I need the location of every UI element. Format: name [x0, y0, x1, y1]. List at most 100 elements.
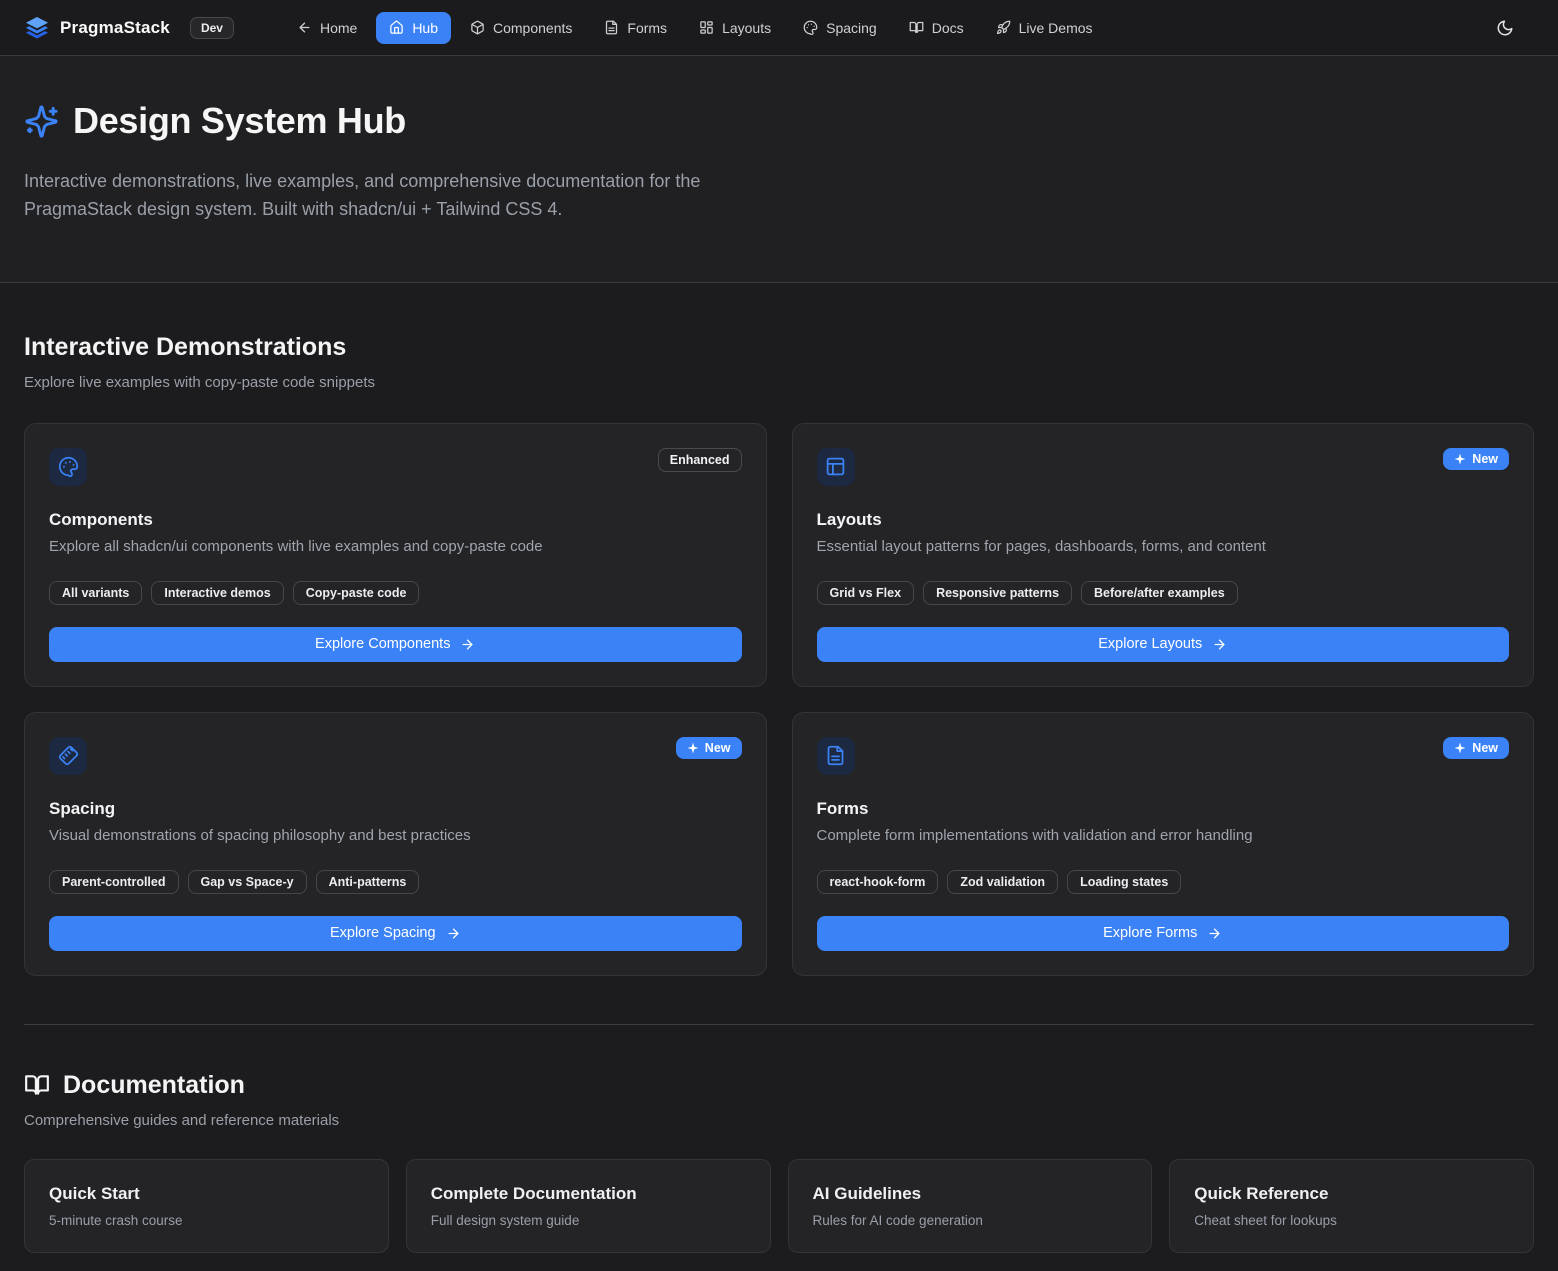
nav-label: Components: [493, 20, 572, 36]
status-badge: New: [676, 737, 742, 759]
section-divider: [24, 1024, 1534, 1025]
docs-heading: Documentation: [63, 1071, 245, 1100]
explore-spacing-button[interactable]: Explore Spacing: [49, 916, 742, 951]
nav-label: Spacing: [826, 20, 877, 36]
feature-tag: Gap vs Space-y: [188, 870, 307, 894]
theme-toggle-button[interactable]: [1488, 11, 1522, 45]
feature-tag: Loading states: [1067, 870, 1181, 894]
nav-label: Live Demos: [1019, 20, 1093, 36]
explore-components-button[interactable]: Explore Components: [49, 627, 742, 662]
feature-tag: Anti-patterns: [316, 870, 420, 894]
card-title: Components: [49, 510, 742, 530]
demos-subheading: Explore live examples with copy-paste co…: [24, 374, 1534, 391]
card-title: Layouts: [817, 510, 1510, 530]
doc-card-quick-reference[interactable]: Quick Reference Cheat sheet for lookups: [1169, 1159, 1534, 1253]
book-open-icon: [24, 1072, 50, 1098]
main-nav: Home Hub Components Forms Layouts: [284, 12, 1106, 44]
book-open-icon: [909, 20, 924, 35]
page-subtitle: Interactive demonstrations, live example…: [24, 168, 772, 224]
doc-card-title: Quick Reference: [1194, 1184, 1509, 1204]
brand-name: PragmaStack: [60, 18, 170, 38]
doc-card-title: Quick Start: [49, 1184, 364, 1204]
nav-item-home[interactable]: Home: [284, 12, 370, 44]
palette-icon: [803, 20, 818, 35]
nav-label: Home: [320, 20, 357, 36]
nav-item-hub[interactable]: Hub: [376, 12, 451, 44]
house-icon: [389, 20, 404, 35]
arrow-right-icon: [460, 637, 475, 652]
sparkles-icon: [1454, 453, 1466, 465]
palette-icon: [49, 448, 87, 486]
layers-logo-icon: [24, 15, 50, 41]
layout-dashboard-icon: [699, 20, 714, 35]
doc-card-quick-start[interactable]: Quick Start 5-minute crash course: [24, 1159, 389, 1253]
demo-card-spacing: New Spacing Visual demonstrations of spa…: [24, 712, 767, 976]
sparkles-icon: [24, 104, 59, 139]
explore-forms-button[interactable]: Explore Forms: [817, 916, 1510, 951]
nav-item-live-demos[interactable]: Live Demos: [983, 12, 1106, 44]
nav-item-spacing[interactable]: Spacing: [790, 12, 890, 44]
file-text-icon: [817, 737, 855, 775]
tag-row: All variants Interactive demos Copy-past…: [49, 581, 742, 605]
package-icon: [470, 20, 485, 35]
explore-layouts-button[interactable]: Explore Layouts: [817, 627, 1510, 662]
doc-card-title: Complete Documentation: [431, 1184, 746, 1204]
panels-top-left-icon: [817, 448, 855, 486]
card-description: Explore all shadcn/ui components with li…: [49, 538, 742, 555]
docs-subheading: Comprehensive guides and reference mater…: [24, 1112, 1534, 1129]
docs-card-grid: Quick Start 5-minute crash course Comple…: [24, 1159, 1534, 1271]
doc-card-ai-guidelines[interactable]: AI Guidelines Rules for AI code generati…: [788, 1159, 1153, 1253]
ruler-icon: [49, 737, 87, 775]
arrow-right-icon: [446, 926, 461, 941]
arrow-right-icon: [1212, 637, 1227, 652]
nav-item-docs[interactable]: Docs: [896, 12, 977, 44]
sparkles-icon: [1454, 742, 1466, 754]
feature-tag: Copy-paste code: [293, 581, 420, 605]
demo-card-layouts: New Layouts Essential layout patterns fo…: [792, 423, 1535, 687]
demos-heading: Interactive Demonstrations: [24, 333, 1534, 362]
badge-label: New: [1472, 741, 1498, 755]
feature-tag: Responsive patterns: [923, 581, 1072, 605]
card-description: Essential layout patterns for pages, das…: [817, 538, 1510, 555]
button-label: Explore Layouts: [1098, 636, 1202, 652]
demo-card-components: Enhanced Components Explore all shadcn/u…: [24, 423, 767, 687]
tag-row: Grid vs Flex Responsive patterns Before/…: [817, 581, 1510, 605]
doc-card-description: Rules for AI code generation: [813, 1213, 1128, 1228]
button-label: Explore Forms: [1103, 925, 1197, 941]
arrow-left-icon: [297, 20, 312, 35]
file-text-icon: [604, 20, 619, 35]
badge-label: New: [705, 741, 731, 755]
page-title: Design System Hub: [73, 100, 406, 142]
env-badge: Dev: [190, 17, 234, 39]
tag-row: Parent-controlled Gap vs Space-y Anti-pa…: [49, 870, 742, 894]
arrow-right-icon: [1207, 926, 1222, 941]
demo-card-grid: Enhanced Components Explore all shadcn/u…: [24, 423, 1534, 976]
doc-card-title: AI Guidelines: [813, 1184, 1128, 1204]
feature-tag: Before/after examples: [1081, 581, 1238, 605]
hero-section: Design System Hub Interactive demonstrat…: [0, 56, 1558, 283]
badge-label: New: [1472, 452, 1498, 466]
nav-label: Forms: [627, 20, 667, 36]
demo-card-forms: New Forms Complete form implementations …: [792, 712, 1535, 976]
doc-card-description: 5-minute crash course: [49, 1213, 364, 1228]
nav-label: Docs: [932, 20, 964, 36]
moon-icon: [1496, 19, 1514, 37]
card-title: Spacing: [49, 799, 742, 819]
status-badge: Enhanced: [658, 448, 742, 472]
doc-card-complete-documentation[interactable]: Complete Documentation Full design syste…: [406, 1159, 771, 1253]
feature-tag: Grid vs Flex: [817, 581, 915, 605]
nav-item-forms[interactable]: Forms: [591, 12, 680, 44]
nav-item-layouts[interactable]: Layouts: [686, 12, 784, 44]
feature-tag: Parent-controlled: [49, 870, 179, 894]
button-label: Explore Components: [315, 636, 450, 652]
sparkles-icon: [687, 742, 699, 754]
card-description: Complete form implementations with valid…: [817, 827, 1510, 844]
status-badge: New: [1443, 737, 1509, 759]
feature-tag: All variants: [49, 581, 142, 605]
doc-card-description: Cheat sheet for lookups: [1194, 1213, 1509, 1228]
nav-item-components[interactable]: Components: [457, 12, 585, 44]
brand[interactable]: PragmaStack Dev: [24, 15, 234, 41]
top-navbar: PragmaStack Dev Home Hub Components Fo: [0, 0, 1558, 56]
rocket-icon: [996, 20, 1011, 35]
feature-tag: Zod validation: [947, 870, 1058, 894]
